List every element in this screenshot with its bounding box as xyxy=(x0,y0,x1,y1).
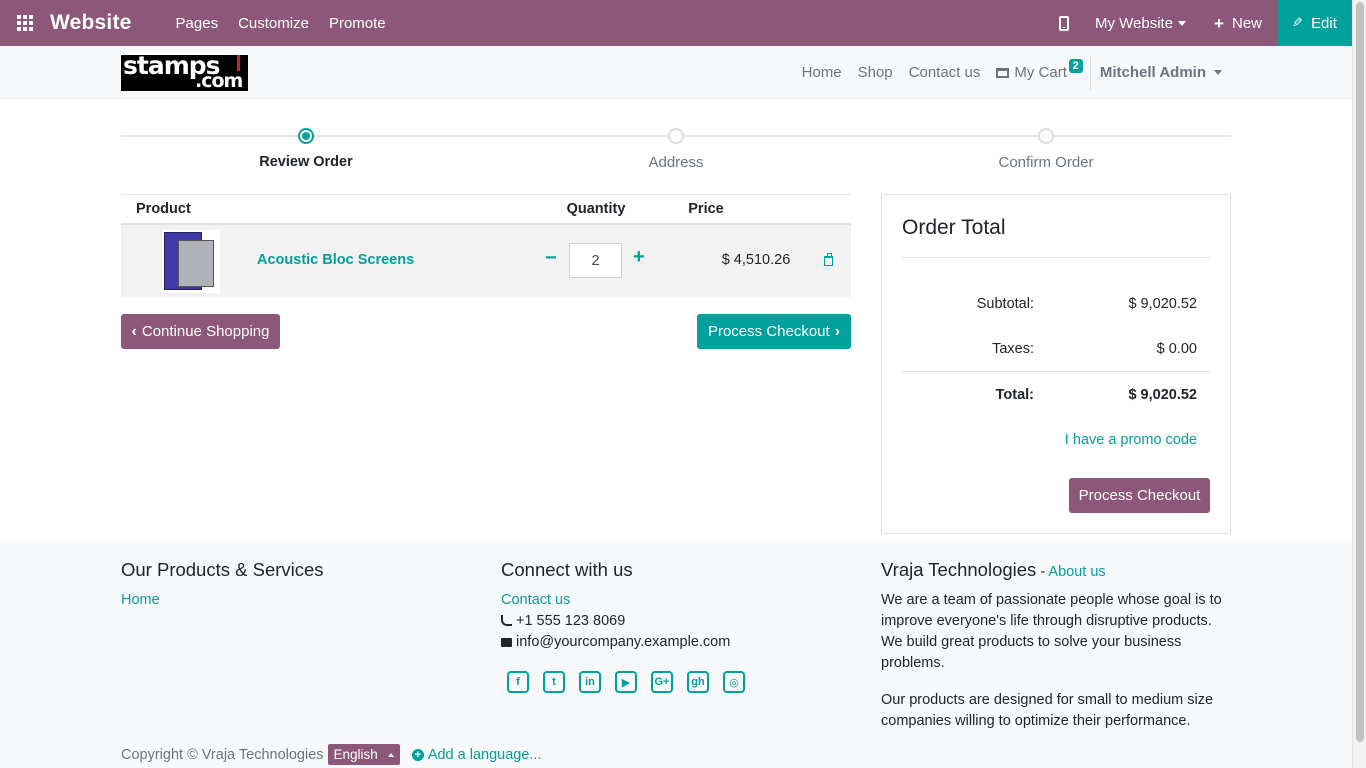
menu-customize[interactable]: Customize xyxy=(238,15,309,32)
my-website-dropdown[interactable]: My Website xyxy=(1094,14,1187,32)
footer-email: info@yourcompany.example.com xyxy=(501,632,745,653)
shopping-cart-icon xyxy=(996,67,1010,78)
caret-up-icon xyxy=(387,752,394,757)
language-selector[interactable]: English xyxy=(327,744,400,765)
subtotal-label: Subtotal: xyxy=(976,296,1034,312)
total-value: $ 9,020.52 xyxy=(1128,387,1197,403)
about-paragraph-2: Our products are designed for small to m… xyxy=(881,692,1214,729)
continue-shopping-button[interactable]: ‹ Continue Shopping xyxy=(121,314,280,349)
table-row: Acoustic Bloc Screens − 2 + $ 4,510.26 xyxy=(121,225,851,297)
process-checkout-button[interactable]: Process Checkout › xyxy=(697,314,851,349)
step-dot xyxy=(668,128,684,144)
footer-home-link[interactable]: Home xyxy=(121,590,324,611)
admin-right: My Website + New ✎ Edit xyxy=(1058,0,1352,46)
about-us-link[interactable]: About us xyxy=(1048,564,1105,580)
site-footer: Our Products & Services Home Connect wit… xyxy=(0,542,1352,768)
copyright-bar: Copyright © Vraja Technologies English +… xyxy=(121,744,542,765)
social-links: f t in ▶ G+ gh ◎ xyxy=(507,671,745,693)
user-menu[interactable]: Mitchell Admin xyxy=(1100,64,1222,81)
footer-phone: +1 555 123 8069 xyxy=(501,611,745,632)
caret-down-icon xyxy=(1178,20,1187,26)
product-name-link[interactable]: Acoustic Bloc Screens xyxy=(257,252,414,268)
phone-icon xyxy=(501,615,512,626)
scrollbar-thumb[interactable] xyxy=(1356,2,1364,742)
site-header: stamps .com Home Shop Contact us My Cart… xyxy=(0,46,1352,99)
about-paragraph-1: We are a team of passionate people whose… xyxy=(881,592,1222,671)
footer-products: Our Products & Services Home xyxy=(121,559,324,611)
order-total-title: Order Total xyxy=(902,216,1006,239)
edit-label: Edit xyxy=(1311,14,1337,32)
google-plus-icon[interactable]: G+ xyxy=(651,671,673,693)
user-name: Mitchell Admin xyxy=(1099,64,1206,81)
admin-topbar: Website Pages Customize Promote My Websi… xyxy=(0,0,1352,46)
step-dot-active xyxy=(298,128,314,144)
twitter-icon[interactable]: t xyxy=(543,671,565,693)
product-price: $ 4,510.26 xyxy=(721,252,791,268)
facebook-icon[interactable]: f xyxy=(507,671,529,693)
footer-about-title: Vraja Technologies - About us xyxy=(881,559,1106,580)
col-product: Product xyxy=(136,201,191,217)
cart-table: Product Quantity Price Acoustic Bloc Scr… xyxy=(121,194,851,297)
menu-promote[interactable]: Promote xyxy=(329,15,386,32)
admin-nav: Pages Customize Promote xyxy=(176,15,386,32)
chevron-right-icon: › xyxy=(834,322,841,340)
footer-products-title: Our Products & Services xyxy=(121,559,324,580)
nav-divider xyxy=(1089,55,1091,90)
company-logo[interactable]: stamps .com xyxy=(121,55,248,91)
page-scrollbar[interactable] xyxy=(1352,0,1366,768)
footer-contact-link[interactable]: Contact us xyxy=(501,590,745,611)
quantity-input[interactable]: 2 xyxy=(569,243,622,278)
footer-connect: Connect with us Contact us +1 555 123 80… xyxy=(501,559,745,693)
youtube-icon[interactable]: ▶ xyxy=(615,671,637,693)
taxes-label: Taxes: xyxy=(992,341,1034,357)
cart-table-header: Product Quantity Price xyxy=(121,194,851,225)
caret-down-icon xyxy=(1214,70,1222,75)
product-image[interactable] xyxy=(162,230,220,293)
apps-grid-icon[interactable] xyxy=(0,0,50,46)
process-checkout-button-secondary[interactable]: Process Checkout xyxy=(1069,478,1210,513)
plus-circle-icon: + xyxy=(411,748,424,761)
nav-home[interactable]: Home xyxy=(802,64,842,81)
step-dot xyxy=(1038,128,1054,144)
app-title: Website xyxy=(50,11,132,34)
nav-shop[interactable]: Shop xyxy=(858,64,893,81)
mobile-preview-icon[interactable] xyxy=(1058,15,1069,31)
footer-about: Vraja Technologies - About us We are a t… xyxy=(881,559,1231,732)
nav-contact-us[interactable]: Contact us xyxy=(909,64,981,81)
step-address: Address xyxy=(576,128,776,171)
col-quantity: Quantity xyxy=(566,201,626,217)
new-button[interactable]: + New xyxy=(1214,15,1262,32)
taxes-value: $ 0.00 xyxy=(1156,341,1197,357)
github-icon[interactable]: gh xyxy=(687,671,709,693)
new-label: New xyxy=(1231,14,1262,32)
cart-count-badge: 2 xyxy=(1068,59,1083,73)
edit-button[interactable]: ✎ Edit xyxy=(1277,0,1352,46)
quantity-plus-button[interactable]: + xyxy=(633,247,645,267)
trash-icon[interactable] xyxy=(824,253,833,266)
nav-my-cart[interactable]: My Cart 2 xyxy=(996,59,1083,81)
instagram-icon[interactable]: ◎ xyxy=(723,671,745,693)
order-total-card: Order Total Subtotal: $ 9,020.52 Taxes: … xyxy=(881,194,1231,534)
subtotal-value: $ 9,020.52 xyxy=(1128,296,1197,312)
my-website-label: My Website xyxy=(1094,14,1174,32)
plus-icon: + xyxy=(1214,13,1224,33)
cart-label: My Cart xyxy=(1014,64,1067,81)
step-confirm-order: Confirm Order xyxy=(946,128,1146,171)
add-language-link[interactable]: + Add a language... xyxy=(411,747,542,763)
pencil-icon: ✎ xyxy=(1292,15,1304,30)
chevron-left-icon: ‹ xyxy=(131,322,137,340)
step-review-order: Review Order xyxy=(206,128,406,170)
col-price: Price xyxy=(688,201,724,217)
envelope-icon xyxy=(501,638,512,647)
linkedin-icon[interactable]: in xyxy=(579,671,601,693)
menu-pages[interactable]: Pages xyxy=(176,15,219,32)
quantity-minus-button[interactable]: − xyxy=(545,248,557,268)
copyright-text: Copyright © Vraja Technologies xyxy=(121,746,324,763)
promo-code-link[interactable]: I have a promo code xyxy=(1065,432,1197,448)
footer-connect-title: Connect with us xyxy=(501,559,633,580)
total-label: Total: xyxy=(995,387,1034,403)
site-nav: Home Shop Contact us My Cart 2 Mitchell … xyxy=(786,46,1222,99)
checkout-progress: Review Order Address Confirm Order xyxy=(121,120,1231,180)
